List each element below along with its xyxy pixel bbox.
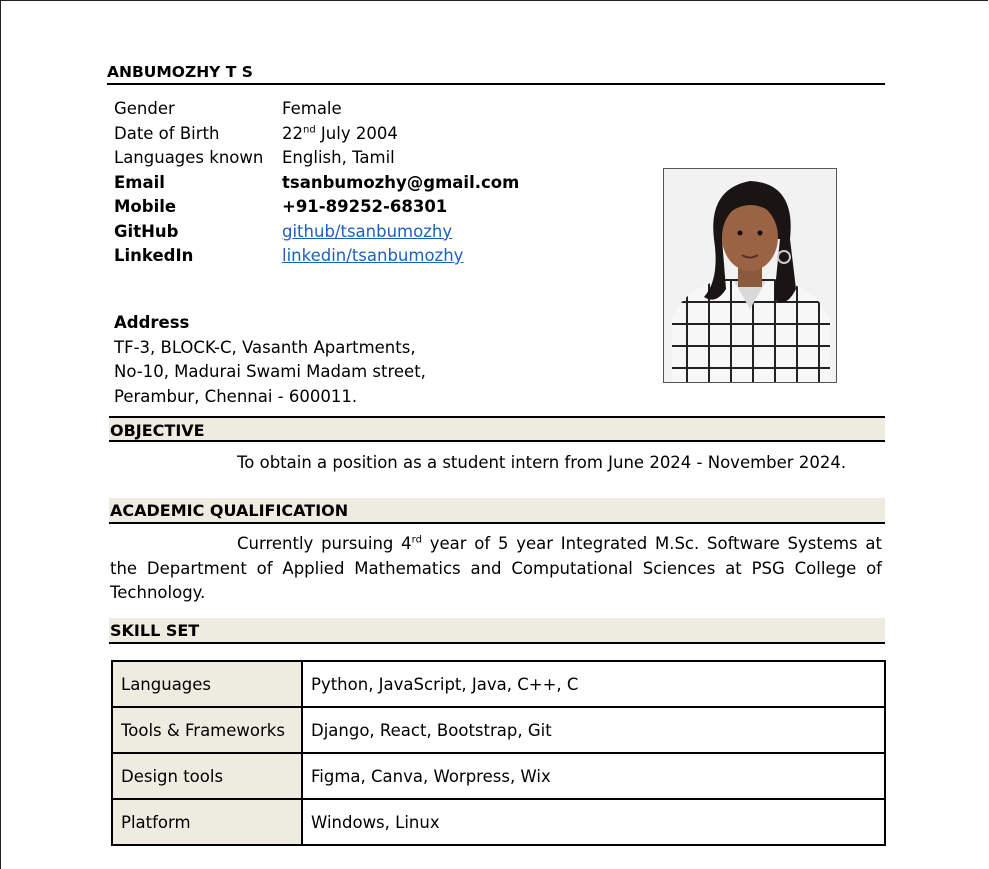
skill-category: Languages bbox=[111, 660, 303, 708]
address-block: Address TF-3, BLOCK-C, Vasanth Apartment… bbox=[114, 311, 426, 409]
skills-table: Languages Python, JavaScript, Java, C++,… bbox=[111, 660, 886, 846]
linkedin-label: LinkedIn bbox=[114, 246, 194, 265]
table-row: Design tools Figma, Canva, Worpress, Wix bbox=[111, 752, 886, 800]
mobile-value: +91-89252-68301 bbox=[282, 197, 448, 216]
skill-values: Django, React, Bootstrap, Git bbox=[301, 706, 886, 754]
objective-heading: OBJECTIVE bbox=[109, 416, 885, 442]
dob-value: 22nd July 2004 bbox=[282, 122, 398, 146]
person-portrait-icon bbox=[664, 169, 836, 382]
table-row: Tools & Frameworks Django, React, Bootst… bbox=[111, 706, 886, 754]
languages-label: Languages known bbox=[114, 148, 264, 167]
github-label: GitHub bbox=[114, 221, 179, 241]
address-heading: Address bbox=[114, 313, 190, 332]
table-row: Platform Windows, Linux bbox=[111, 798, 886, 846]
dob-label: Date of Birth bbox=[114, 123, 220, 143]
email-label: Email bbox=[114, 172, 165, 192]
mobile-label: Mobile bbox=[114, 197, 177, 216]
profile-photo bbox=[663, 168, 837, 383]
skill-values: Figma, Canva, Worpress, Wix bbox=[301, 752, 886, 800]
skill-category: Design tools bbox=[111, 752, 303, 800]
skill-values: Windows, Linux bbox=[301, 798, 886, 846]
skillset-heading: SKILL SET bbox=[109, 618, 885, 644]
academic-text: Currently pursuing 4rd year of 5 year In… bbox=[110, 532, 882, 606]
dob-rest: July 2004 bbox=[315, 123, 398, 143]
academic-post: year of 5 year Integrated M.Sc. Software… bbox=[110, 534, 882, 602]
academic-pre: Currently pursuing 4 bbox=[237, 534, 412, 553]
languages-value: English, Tamil bbox=[282, 148, 395, 167]
dob-day: 22 bbox=[282, 123, 303, 143]
address-line: No-10, Madurai Swami Madam street, bbox=[114, 362, 426, 381]
skill-category: Platform bbox=[111, 798, 303, 846]
address-line: Perambur, Chennai - 600011. bbox=[114, 386, 358, 406]
table-row: Languages Python, JavaScript, Java, C++,… bbox=[111, 660, 886, 708]
academic-sup: rd bbox=[411, 534, 422, 546]
candidate-name: ANBUMOZHY T S bbox=[107, 63, 885, 85]
github-link[interactable]: github/tsanbumozhy bbox=[282, 222, 452, 241]
academic-heading: ACADEMIC QUALIFICATION bbox=[109, 498, 885, 524]
skill-values: Python, JavaScript, Java, C++, C bbox=[301, 660, 886, 708]
linkedin-link[interactable]: linkedin/tsanbumozhy bbox=[282, 246, 463, 265]
gender-label: Gender bbox=[114, 99, 175, 118]
resume-page: ANBUMOZHY T S Gender Female Date of Birt… bbox=[0, 0, 988, 869]
address-line: TF-3, BLOCK-C, Vasanth Apartments, bbox=[114, 337, 416, 357]
email-value: tsanbumozhy@gmail.com bbox=[282, 172, 520, 192]
objective-text: To obtain a position as a student intern… bbox=[237, 453, 847, 472]
skill-category: Tools & Frameworks bbox=[111, 706, 303, 754]
gender-value: Female bbox=[282, 99, 342, 118]
dob-suffix: nd bbox=[303, 124, 316, 135]
